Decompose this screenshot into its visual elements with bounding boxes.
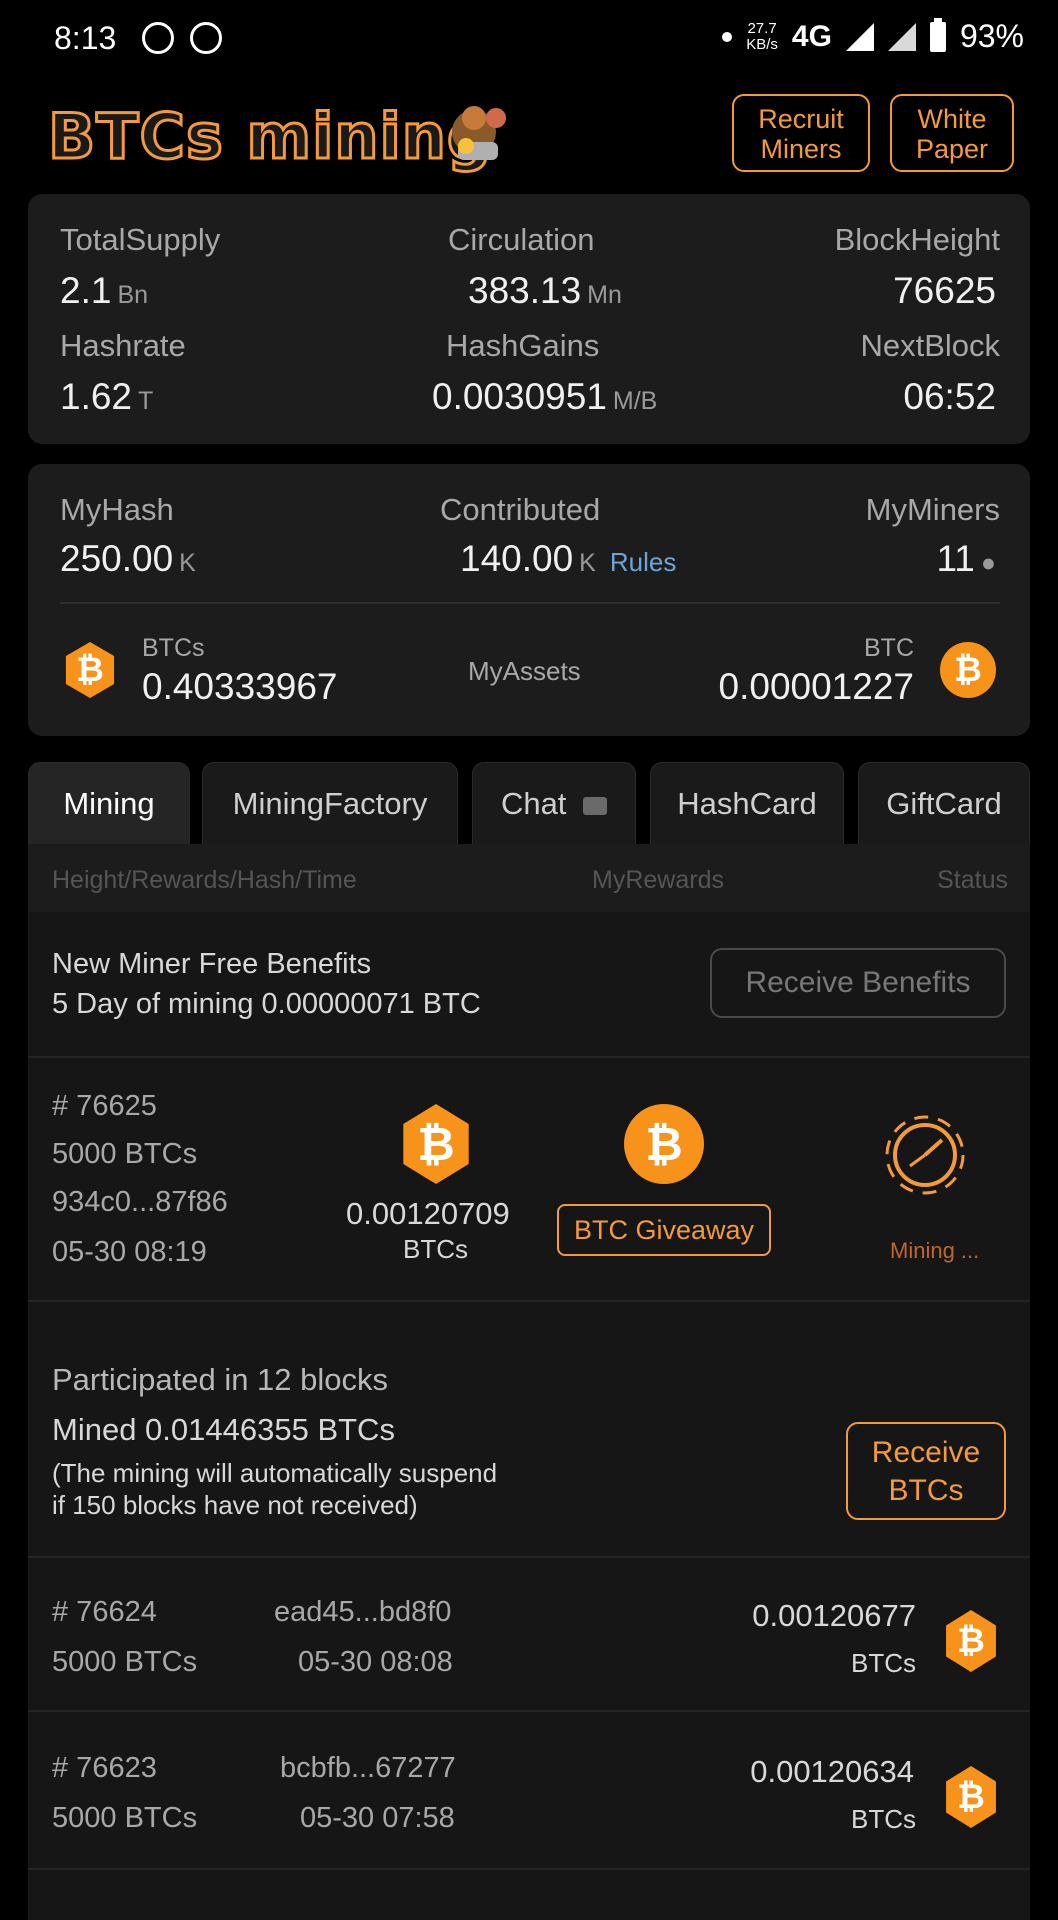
battery-percent: 93%: [959, 18, 1024, 54]
person-icon: ●: [980, 549, 996, 577]
block-row-1-hash: ead45...bd8f0: [274, 1596, 452, 1628]
btc-label: BTC: [864, 634, 914, 662]
receive-btcs-button[interactable]: Receive BTCs: [846, 1422, 1006, 1520]
list-header: Height/Rewards/Hash/Time MyRewards Statu…: [28, 844, 1030, 912]
rules-link[interactable]: Rules: [610, 547, 676, 577]
white-paper-button[interactable]: White Paper: [890, 94, 1014, 172]
block-height-label: BlockHeight: [834, 222, 1000, 257]
my-assets-label: MyAssets: [468, 656, 581, 686]
benefits-title: New Miner Free Benefits: [52, 948, 372, 980]
divider: [28, 1300, 1030, 1302]
viber-icon: [142, 22, 174, 54]
tab-gift-card[interactable]: GiftCard: [858, 762, 1030, 844]
divider: [28, 1710, 1030, 1712]
hashrate-label: Hashrate: [60, 328, 186, 363]
tab-chat[interactable]: Chat: [472, 762, 636, 844]
participation-title: Participated in 12 blocks: [52, 1362, 389, 1397]
benefits-desc: 5 Day of mining 0.00000071 BTC: [52, 988, 481, 1020]
current-block-my-reward-unit: BTCs: [403, 1234, 468, 1264]
current-block-reward: 5000 BTCs: [52, 1138, 198, 1170]
my-stats-card: MyHash 250.00 K Contributed 140.00 K Rules …: [28, 464, 1030, 736]
tab-hash-card[interactable]: HashCard: [650, 762, 844, 844]
signal-icon-2: [887, 22, 916, 51]
participation-mined: Mined 0.01446355 BTCs: [52, 1412, 395, 1447]
next-block-value: 06:52: [903, 376, 996, 417]
status-bar: 8:13 27.7 KB/s 4G 93%: [0, 0, 1058, 80]
network-speed: 27.7 KB/s: [746, 19, 778, 53]
divider: [28, 1868, 1030, 1870]
block-row-2-reward: 5000 BTCs: [52, 1802, 198, 1834]
mining-list: Height/Rewards/Hash/Time MyRewards Statu…: [28, 844, 1030, 1920]
hash-gains-value: 0.0030951 M/B: [432, 376, 658, 417]
btcs-coin-icon: ₿: [946, 1610, 996, 1672]
block-row-1-reward: 5000 BTCs: [52, 1646, 198, 1678]
block-row-2-amount: 0.00120634: [750, 1754, 914, 1789]
block-row-2-time: 05-30 07:58: [300, 1802, 455, 1834]
participation-note-1: (The mining will automatically suspend: [52, 1458, 498, 1488]
tab-mining-factory[interactable]: MiningFactory: [202, 762, 458, 844]
list-header-col1: Height/Rewards/Hash/Time: [52, 866, 357, 894]
signal-icon: [845, 22, 874, 51]
next-block-label: NextBlock: [860, 328, 1000, 363]
network-stats-card: TotalSupply 2.1 Bn Circulation 383.13 Mn B…: [28, 194, 1030, 444]
block-row-1-height: # 76624: [52, 1596, 157, 1628]
circulation-label: Circulation: [448, 222, 595, 257]
total-supply-label: TotalSupply: [60, 222, 221, 257]
btcs-coin-icon: ₿: [65, 642, 115, 698]
app-logo: BTCs mining: [46, 99, 493, 175]
current-block-time: 05-30 08:19: [52, 1236, 207, 1268]
block-row-1-unit: BTCs: [851, 1648, 916, 1678]
tab-mining[interactable]: Mining: [28, 762, 190, 844]
current-block-status: Mining ...: [890, 1238, 980, 1263]
btcs-coin-icon: ₿: [946, 1766, 996, 1828]
divider: [28, 1556, 1030, 1558]
messenger-icon: [190, 22, 222, 54]
btcs-value: 0.40333967: [142, 666, 338, 707]
block-row-1-time: 05-30 08:08: [298, 1646, 453, 1678]
block-row-2-height: # 76623: [52, 1752, 157, 1784]
btcs-coin-icon: ₿: [403, 1104, 469, 1184]
hashrate-value: 1.62 T: [60, 376, 154, 417]
my-miners-label: MyMiners: [865, 492, 1000, 527]
divider: [60, 602, 1000, 604]
notification-dot-icon: [722, 31, 733, 42]
status-time: 8:13: [54, 20, 117, 56]
mining-gear-icon: [885, 1115, 965, 1195]
btc-coin-icon: ₿: [624, 1104, 704, 1184]
btc-coin-icon: ₿: [940, 642, 996, 698]
hash-gains-label: HashGains: [446, 328, 600, 363]
divider: [28, 1056, 1030, 1058]
block-row-1-amount: 0.00120677: [752, 1598, 916, 1633]
contributed-value: 140.00 K Rules: [460, 538, 677, 579]
block-row-2-hash: bcbfb...67277: [280, 1752, 456, 1784]
chat-icon: [583, 796, 608, 815]
receive-benefits-button[interactable]: Receive Benefits: [710, 948, 1006, 1018]
miner-mascot-icon: [452, 106, 506, 160]
participation-note-2: if 150 blocks have not received): [52, 1490, 418, 1520]
recruit-miners-button[interactable]: Recruit Miners: [732, 94, 870, 172]
my-miners-value: 11 ●: [936, 538, 996, 579]
my-hash-label: MyHash: [60, 492, 174, 527]
circulation-value: 383.13 Mn: [468, 270, 622, 311]
btc-giveaway-button[interactable]: BTC Giveaway: [557, 1204, 771, 1256]
list-header-col2: MyRewards: [592, 866, 724, 894]
list-header-col3: Status: [937, 866, 1008, 894]
battery-icon: [929, 17, 946, 52]
contributed-label: Contributed: [440, 492, 601, 527]
btc-value: 0.00001227: [718, 666, 914, 707]
block-row-2-unit: BTCs: [851, 1804, 916, 1834]
total-supply-value: 2.1 Bn: [60, 270, 149, 311]
current-block-hash: 934c0...87f86: [52, 1186, 228, 1218]
current-block-height: # 76625: [52, 1090, 157, 1122]
my-hash-value: 250.00 K: [60, 538, 196, 579]
btcs-label: BTCs: [142, 634, 205, 662]
current-block-my-reward: 0.00120709: [346, 1196, 510, 1231]
network-type: 4G: [791, 19, 832, 53]
block-height-value: 76625: [893, 270, 996, 311]
